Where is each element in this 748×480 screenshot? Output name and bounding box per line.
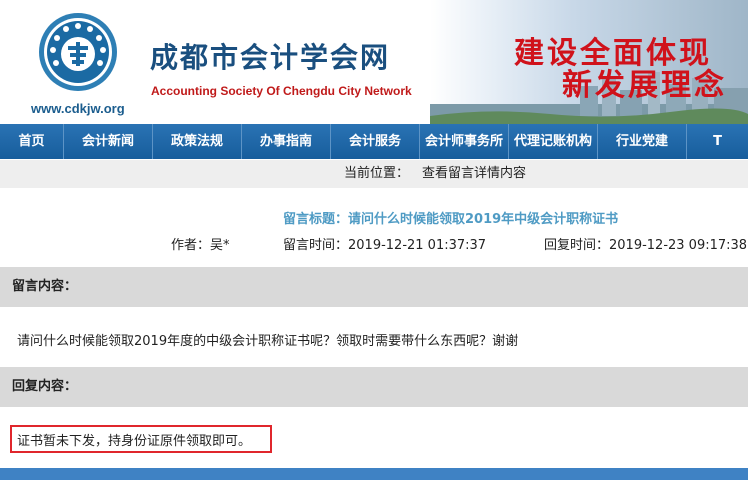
content-text: 请问什么时候能领取2019年度的中级会计职称证书呢？领取时需要带什么东西呢？谢谢 xyxy=(17,334,519,349)
message-post-time: 留言时间：2019-12-21 01:37:37 xyxy=(283,238,487,253)
site-name-en: Accounting Society Of Chengdu City Netwo… xyxy=(151,84,412,98)
nav-item-party-building[interactable]: 行业党建 xyxy=(598,124,687,159)
nav-item-home[interactable]: 首页 xyxy=(0,124,64,159)
header-banner: 建设全面体现 新发展理念 xyxy=(430,0,748,124)
site-header: 建设全面体现 新发展理念 www.cdkjw.org 成都市会计学会网 Acco… xyxy=(0,0,748,124)
message-title: 留言标题：请问什么时候能领取2019年中级会计职称证书 xyxy=(283,212,619,227)
nav-item-guide[interactable]: 办事指南 xyxy=(242,124,331,159)
footer-bar xyxy=(0,468,748,480)
nav-item-bookkeeping-agencies[interactable]: 代理记账机构 xyxy=(509,124,598,159)
nav-item-accounting-news[interactable]: 会计新闻 xyxy=(64,124,153,159)
site-name-cn[interactable]: 成都市会计学会网 xyxy=(150,36,390,76)
message-author: 作者：吴* xyxy=(171,238,230,253)
breadcrumb-label: 当前位置： xyxy=(344,166,410,181)
breadcrumb: 当前位置： 查看留言详情内容 xyxy=(0,160,748,188)
society-logo-icon[interactable] xyxy=(38,12,118,92)
breadcrumb-current: 查看留言详情内容 xyxy=(422,166,527,181)
site-domain[interactable]: www.cdkjw.org xyxy=(31,101,125,116)
nav-item-overflow[interactable]: T xyxy=(687,124,748,159)
message-reply-time: 回复时间：2019-12-23 09:17:38 xyxy=(544,238,748,253)
nav-item-policies[interactable]: 政策法规 xyxy=(153,124,242,159)
nav-item-cpa-firms[interactable]: 会计师事务所 xyxy=(420,124,509,159)
reply-text: 证书暂未下发，持身份证原件领取即可。 xyxy=(17,434,252,449)
reply-section-heading: 回复内容： xyxy=(0,367,748,407)
main-nav: 首页 会计新闻 政策法规 办事指南 会计服务 会计师事务所 代理记账机构 行业党… xyxy=(0,124,748,159)
content-section-heading: 留言内容： xyxy=(0,267,748,307)
slogan-line-2: 新发展理念 xyxy=(562,68,727,103)
nav-item-services[interactable]: 会计服务 xyxy=(331,124,420,159)
